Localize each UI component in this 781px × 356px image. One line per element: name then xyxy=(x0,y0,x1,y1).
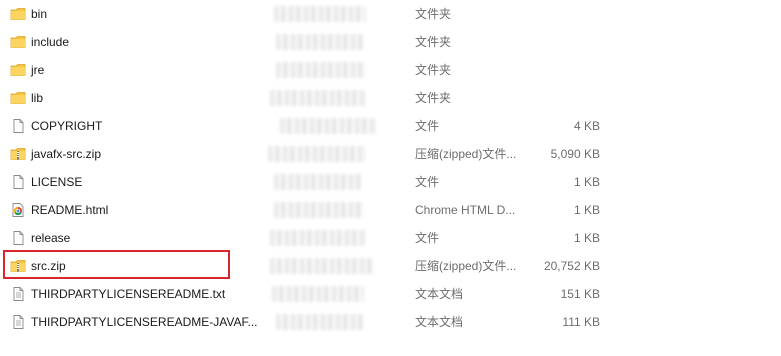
file-size: 1 KB xyxy=(573,175,600,189)
file-row[interactable]: THIRDPARTYLICENSEREADME-JAVAF... 文本文档 11… xyxy=(0,308,781,336)
text-file-icon xyxy=(10,315,26,329)
modified-date-redacted xyxy=(266,230,378,246)
file-name: LICENSE xyxy=(31,175,83,189)
file-size: 1 KB xyxy=(573,203,600,217)
file-type: 文件 xyxy=(415,231,440,245)
file-type: 文件 xyxy=(415,119,440,133)
modified-date-redacted xyxy=(266,62,378,78)
file-type: 压缩(zipped)文件... xyxy=(415,259,517,273)
file-type: 文件夹 xyxy=(415,91,452,105)
file-row[interactable]: lib 文件夹 xyxy=(0,84,781,112)
file-size: 4 KB xyxy=(573,119,600,133)
file-name: src.zip xyxy=(31,259,66,273)
file-type: 文件夹 xyxy=(415,63,452,77)
file-name: README.html xyxy=(31,203,109,217)
zip-folder-icon xyxy=(10,259,26,273)
file-row[interactable]: jre 文件夹 xyxy=(0,56,781,84)
modified-date-redacted xyxy=(266,90,378,106)
modified-date-redacted xyxy=(266,258,378,274)
file-size: 111 KB xyxy=(562,315,600,329)
file-type: 文件夹 xyxy=(415,7,452,21)
modified-date-redacted xyxy=(266,146,378,162)
file-icon xyxy=(10,119,26,133)
file-icon xyxy=(10,175,26,189)
file-name: THIRDPARTYLICENSEREADME-JAVAF... xyxy=(31,315,258,329)
folder-icon xyxy=(10,91,26,105)
modified-date-redacted xyxy=(266,118,378,134)
file-name: release xyxy=(31,231,71,245)
file-name: jre xyxy=(31,63,45,77)
file-row[interactable]: include 文件夹 xyxy=(0,28,781,56)
file-name: bin xyxy=(31,7,48,21)
file-row[interactable]: README.html Chrome HTML D... 1 KB xyxy=(0,196,781,224)
file-type: 文件 xyxy=(415,175,440,189)
file-row[interactable]: release 文件 1 KB xyxy=(0,224,781,252)
file-name: javafx-src.zip xyxy=(31,147,102,161)
modified-date-redacted xyxy=(266,286,378,302)
file-size: 20,752 KB xyxy=(543,259,600,273)
folder-icon xyxy=(10,63,26,77)
chrome-html-icon xyxy=(10,203,26,217)
file-size: 151 KB xyxy=(560,287,600,301)
file-name: COPYRIGHT xyxy=(31,119,103,133)
file-row[interactable]: LICENSE 文件 1 KB xyxy=(0,168,781,196)
file-row[interactable]: THIRDPARTYLICENSEREADME.txt 文本文档 151 KB xyxy=(0,280,781,308)
modified-date-redacted xyxy=(266,314,378,330)
folder-icon xyxy=(10,35,26,49)
text-file-icon xyxy=(10,287,26,301)
zip-folder-icon xyxy=(10,147,26,161)
file-row[interactable]: COPYRIGHT 文件 4 KB xyxy=(0,112,781,140)
modified-date-redacted xyxy=(266,202,378,218)
file-list: bin 文件夹 include 文件夹 jre 文件夹 lib 文件夹 COPY… xyxy=(0,0,781,356)
file-type: 压缩(zipped)文件... xyxy=(415,147,517,161)
file-type: 文件夹 xyxy=(415,35,452,49)
file-name: include xyxy=(31,35,70,49)
file-size: 5,090 KB xyxy=(550,147,600,161)
file-row[interactable]: src.zip 压缩(zipped)文件... 20,752 KB xyxy=(0,252,781,280)
modified-date-redacted xyxy=(266,174,378,190)
file-type: 文本文档 xyxy=(415,287,464,301)
file-type: 文本文档 xyxy=(415,315,464,329)
modified-date-redacted xyxy=(266,34,378,50)
file-type: Chrome HTML D... xyxy=(415,203,516,217)
folder-icon xyxy=(10,7,26,21)
file-size: 1 KB xyxy=(573,231,600,245)
file-name: THIRDPARTYLICENSEREADME.txt xyxy=(31,287,226,301)
file-icon xyxy=(10,231,26,245)
file-name: lib xyxy=(31,91,44,105)
file-row[interactable]: bin 文件夹 xyxy=(0,0,781,28)
file-row[interactable]: javafx-src.zip 压缩(zipped)文件... 5,090 KB xyxy=(0,140,781,168)
modified-date-redacted xyxy=(266,6,378,22)
